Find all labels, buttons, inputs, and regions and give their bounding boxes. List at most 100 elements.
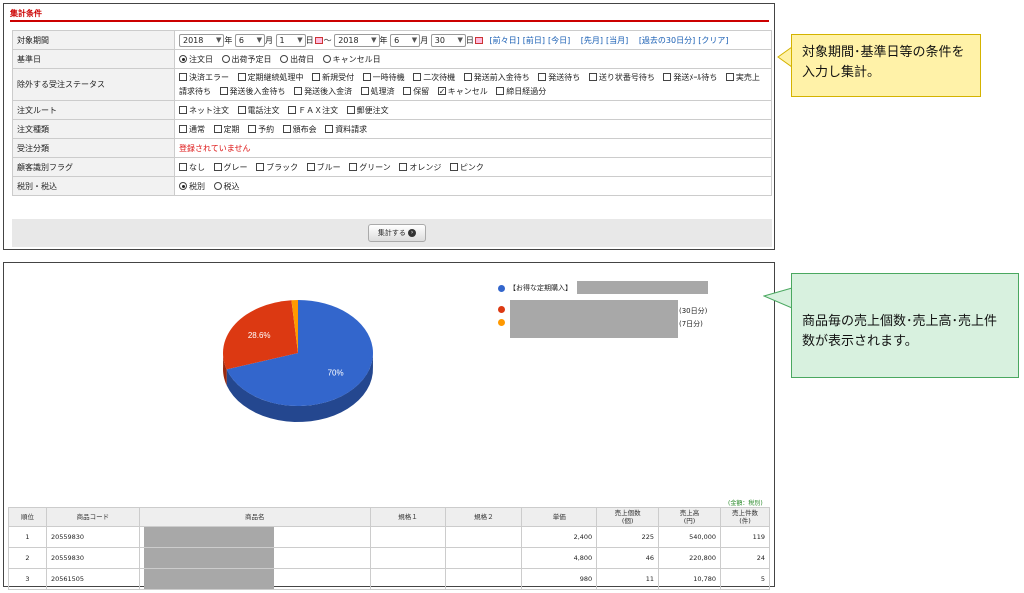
cb-type-reserve[interactable]: 予約: [248, 125, 274, 134]
col-qty: 売上個数 (個): [596, 507, 660, 527]
aggregate-button[interactable]: 集計する ›: [368, 224, 426, 242]
cb-status-13[interactable]: 保留: [403, 87, 429, 96]
spec1-cell: [369, 568, 447, 590]
from-year-select[interactable]: 2018 ▼: [179, 33, 225, 47]
link-clear[interactable]: [クリア]: [698, 36, 728, 45]
col-sales: 売上高 (円): [658, 507, 722, 527]
base-date-field: 注文日 出荷予定日 出荷日 キャンセル日: [174, 49, 772, 69]
order-class-label: 受注分類: [12, 138, 175, 158]
cb-flag-none[interactable]: なし: [179, 163, 205, 172]
range-tilde: ～: [323, 35, 332, 45]
cb-status-12[interactable]: 処理済: [360, 87, 395, 96]
period-label: 対象期間: [12, 30, 175, 50]
order-route-label: 注文ルート: [12, 100, 175, 120]
radio-order-date[interactable]: 注文日: [179, 55, 213, 64]
radio-ship-date[interactable]: 出荷日: [280, 55, 314, 64]
table-row: 1 20559830 2,400 225 540,000 119: [8, 526, 770, 548]
cb-status-0[interactable]: 決済エラー: [179, 73, 229, 82]
cb-flag-orange[interactable]: オレンジ: [399, 163, 441, 172]
col-spec1: 規格１: [369, 507, 447, 527]
legend-label-2: (7日分): [679, 320, 703, 328]
radio-tax-excluded[interactable]: 税別: [179, 182, 205, 191]
cb-status-11[interactable]: 発送後入金済: [294, 87, 352, 96]
cb-status-3[interactable]: 一時待機: [362, 73, 405, 82]
cb-flag-green[interactable]: グリーン: [349, 163, 391, 172]
rank-cell: 3: [8, 568, 47, 590]
cb-status-5[interactable]: 発送前入金待ち: [463, 73, 530, 82]
order-class-empty-message: 登録されていません: [179, 143, 251, 153]
cb-status-14[interactable]: キャンセル: [437, 85, 488, 99]
cb-status-8[interactable]: 発送ﾒｰﾙ待ち: [663, 73, 717, 82]
unit-month: 月: [420, 35, 429, 45]
order-type-label: 注文種類: [12, 119, 175, 139]
qty-cell: 46: [596, 547, 660, 569]
radio-planned-ship-date[interactable]: 出荷予定日: [221, 55, 272, 64]
cb-flag-gray[interactable]: グレー: [213, 163, 248, 172]
cb-route-net[interactable]: ネット注文: [179, 106, 229, 115]
legend-item-1: [498, 305, 509, 313]
cb-flag-black[interactable]: ブラック: [256, 163, 298, 172]
unit-year: 年: [379, 35, 388, 45]
redacted-block: [510, 300, 678, 338]
rank-cell: 1: [8, 526, 47, 548]
name-cell: [138, 526, 371, 548]
code-cell: 20559830: [45, 526, 140, 548]
link-past-30-days[interactable]: [過去の30日分]: [639, 36, 695, 45]
cb-flag-pink[interactable]: ピンク: [449, 163, 484, 172]
cb-type-distribution[interactable]: 頒布会: [282, 125, 317, 134]
cb-status-15[interactable]: 締日経過分: [496, 87, 546, 96]
customer-flag-field: なし グレー ブラック ブルー グリーン オレンジ ピンク: [174, 157, 772, 177]
legend-label-0: 【お得な定期購入】: [509, 284, 572, 292]
cb-type-subscription[interactable]: 定期: [213, 125, 240, 134]
cb-status-6[interactable]: 発送待ち: [538, 73, 580, 82]
link-today[interactable]: [今日]: [548, 36, 570, 45]
from-day-select[interactable]: 1 ▼: [275, 33, 306, 47]
cb-status-4[interactable]: 二次待機: [413, 73, 455, 82]
cb-type-normal[interactable]: 通常: [179, 125, 205, 134]
cb-status-1[interactable]: 定期継続処理中: [237, 73, 304, 82]
cb-route-fax[interactable]: ＦＡＸ注文: [288, 106, 338, 115]
to-year-select[interactable]: 2018 ▼: [334, 33, 380, 47]
cb-route-phone[interactable]: 電話注文: [237, 106, 280, 115]
cb-status-7[interactable]: 送り状番号待ち: [588, 73, 655, 82]
sales-cell: 540,000: [658, 526, 722, 548]
radio-tax-included[interactable]: 税込: [213, 182, 240, 191]
conditions-panel: 集計条件 対象期間 2018 ▼ 年 6 ▼ 月 1 ▼ 日～ 2018 ▼ 年 6 ▼…: [3, 3, 775, 250]
cb-status-2[interactable]: 新規受付: [312, 73, 354, 82]
cb-route-mail[interactable]: 郵便注文: [346, 106, 389, 115]
sales-cell: 220,800: [658, 547, 722, 569]
count-cell: 24: [720, 547, 770, 569]
legend-swatch-red: [498, 305, 505, 313]
link-this-month[interactable]: [当月]: [606, 36, 628, 45]
cb-status-10[interactable]: 発送後入金待ち: [219, 87, 286, 96]
callout-conditions: 対象期間･基準日等の条件を入力し集計。: [791, 34, 981, 97]
from-month-select[interactable]: 6 ▼: [234, 33, 265, 47]
calendar-icon[interactable]: [314, 36, 323, 44]
legend-item-0: 【お得な定期購入】: [498, 283, 572, 293]
link-day-before-yesterday[interactable]: [前々日]: [489, 36, 519, 45]
to-month-select[interactable]: 6 ▼: [390, 33, 421, 47]
pie-data-label-1: 28.6%: [248, 331, 271, 340]
base-date-label: 基準日: [12, 49, 175, 69]
to-day-select[interactable]: 30 ▼: [430, 33, 466, 47]
spec2-cell: [445, 568, 523, 590]
col-product-name: 商品名: [138, 507, 371, 527]
link-yesterday[interactable]: [前日]: [523, 36, 545, 45]
qty-cell: 225: [596, 526, 660, 548]
redacted-block: [577, 281, 708, 294]
legend-item-2: [498, 318, 509, 326]
unit-day: 日: [305, 35, 314, 45]
cb-type-request[interactable]: 資料請求: [325, 125, 367, 134]
cb-flag-blue[interactable]: ブルー: [306, 163, 341, 172]
radio-cancel-date[interactable]: キャンセル日: [322, 55, 381, 64]
name-cell: [138, 568, 371, 590]
calendar-icon[interactable]: [474, 36, 483, 44]
link-last-month[interactable]: [先月]: [581, 36, 603, 45]
callout-pointer: [763, 287, 793, 309]
legend-swatch-orange: [498, 318, 505, 326]
pie-chart: 70% 28.6%: [223, 300, 373, 422]
order-type-field: 通常 定期 予約 頒布会 資料請求: [174, 119, 772, 139]
qty-cell: 11: [596, 568, 660, 590]
code-cell: 20559830: [45, 547, 140, 569]
price-cell: 980: [521, 568, 598, 590]
